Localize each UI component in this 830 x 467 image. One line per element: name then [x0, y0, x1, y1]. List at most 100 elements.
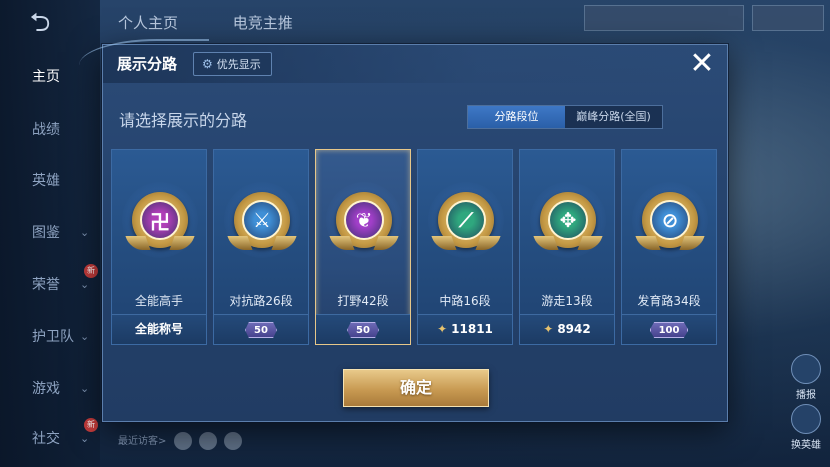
- sidebar-item[interactable]: 图鉴 ⌄: [0, 218, 100, 248]
- sidebar-item[interactable]: 荣誉 ⌄ 新: [0, 264, 100, 300]
- peak-score-value: 8942: [557, 322, 591, 336]
- lane-card[interactable]: 卍全能高手 全能称号: [111, 149, 207, 345]
- emblem-core: ⟋: [446, 200, 486, 240]
- farm-lane-icon: ⊘: [635, 192, 705, 250]
- chevron-down-icon: ⌄: [80, 226, 90, 239]
- close-icon[interactable]: ✕: [685, 47, 719, 81]
- emblem-glyph: ⊘: [661, 208, 679, 232]
- emblem-wing: [271, 236, 297, 250]
- sidebar-item[interactable]: 战绩: [0, 115, 100, 145]
- top-right-dropdown[interactable]: [752, 5, 824, 31]
- chevron-down-icon: ⌄: [80, 382, 90, 395]
- new-badge: 新: [84, 418, 98, 432]
- avatar[interactable]: [223, 432, 242, 450]
- emblem-wing: [679, 236, 705, 250]
- lane-card-footer: 50: [316, 314, 410, 344]
- sidebar-item[interactable]: 游戏 ⌄: [0, 374, 100, 404]
- top-tabs: 个人主页 电竞主推: [118, 12, 343, 33]
- lane-mode-toggle: 分路段位 巅峰分路(全国): [467, 105, 663, 129]
- sidebar-item-label: 战绩: [32, 122, 60, 138]
- rank-star-badge: 100: [649, 322, 689, 338]
- sidebar-item-label: 荣誉: [32, 277, 60, 293]
- broadcast-icon: [791, 354, 821, 384]
- sidebar-item[interactable]: 英雄: [0, 166, 100, 196]
- lane-card-footer: ✦ 11811: [418, 314, 512, 344]
- change-hero-label: 换英雄: [791, 440, 821, 451]
- broadcast-button[interactable]: 播报: [784, 354, 828, 401]
- sidebar-item[interactable]: 社交 ⌄ 新: [0, 418, 100, 454]
- recent-visitors[interactable]: 最近访客>: [118, 432, 242, 450]
- emblem-wing: [329, 236, 355, 250]
- lane-card-footer: ✦ 8942: [520, 314, 614, 344]
- lane-card-list: 卍全能高手 全能称号 ⚔ 对抗路26段 50 ❦ 打野42段 50 ⟋ 中路16段 ✦ 11811 ✥ 游…: [111, 149, 719, 345]
- emblem-wing: [169, 236, 195, 250]
- lane-card-label: 发育路34段: [637, 294, 701, 308]
- emblem-wing: [635, 236, 661, 250]
- lane-card-label: 打野42段: [337, 294, 389, 308]
- jungle-icon: ❦: [329, 192, 399, 250]
- tab-personal-home[interactable]: 个人主页: [118, 14, 178, 32]
- modal-title: 展示分路: [117, 55, 178, 73]
- sidebar-item[interactable]: 护卫队 ⌄: [0, 322, 100, 352]
- clash-lane-icon: ⚔: [227, 192, 297, 250]
- broadcast-label: 播报: [796, 390, 816, 401]
- emblem-wing: [577, 236, 603, 250]
- lane-card-label: 对抗路26段: [229, 294, 293, 308]
- avatar[interactable]: [173, 432, 192, 450]
- avatar[interactable]: [198, 432, 217, 450]
- lane-card-footer: 100: [622, 314, 716, 344]
- lane-card-footer: 50: [214, 314, 308, 344]
- allround-icon: 卍: [125, 192, 195, 250]
- lane-card-footer: 全能称号: [112, 314, 206, 344]
- top-right-panel[interactable]: [584, 5, 744, 31]
- peak-score-icon: ✦: [437, 322, 448, 336]
- rank-star-badge: 50: [347, 322, 379, 338]
- lane-card-label: 全能高手: [134, 294, 183, 308]
- recent-visitors-label: 最近访客>: [118, 436, 167, 447]
- peak-score-icon: ✦: [543, 322, 554, 336]
- emblem-glyph: ❦: [355, 208, 373, 232]
- sidebar-item-label: 游戏: [32, 381, 60, 397]
- emblem-wing: [227, 236, 253, 250]
- sidebar-item-label: 社交: [32, 431, 60, 447]
- emblem-glyph: ✥: [559, 208, 577, 232]
- lane-card-label: 游走13段: [541, 294, 593, 308]
- lane-card[interactable]: ⚔ 对抗路26段 50: [213, 149, 309, 345]
- sidebar-item-label: 图鉴: [32, 225, 60, 241]
- priority-label: 优先显示: [216, 58, 261, 71]
- emblem-core: ✥: [548, 200, 588, 240]
- rank-star-badge: 50: [245, 322, 277, 338]
- lane-card-label: 中路16段: [439, 294, 491, 308]
- chevron-down-icon: ⌄: [80, 330, 90, 343]
- emblem-wing: [475, 236, 501, 250]
- lane-display-modal: 展示分路 ⚙ 优先显示 ✕ 请选择展示的分路 分路段位 巅峰分路(全国) 卍全能高…: [79, 39, 728, 422]
- instruction-text: 请选择展示的分路: [119, 111, 248, 130]
- lane-card[interactable]: ❦ 打野42段 50: [315, 149, 411, 345]
- peak-score-value: 11811: [451, 322, 493, 336]
- emblem-core: ⊘: [650, 200, 690, 240]
- mid-lane-icon: ⟋: [431, 192, 501, 250]
- gear-icon: ⚙: [202, 57, 213, 71]
- emblem-wing: [373, 236, 399, 250]
- emblem-glyph: ⚔: [253, 208, 271, 232]
- title-text: 全能称号: [134, 322, 183, 336]
- emblem-glyph: 卍: [150, 209, 170, 234]
- sidebar-item-label: 主页: [32, 69, 60, 85]
- emblem-glyph: ⟋: [459, 208, 473, 232]
- lane-card[interactable]: ⟋ 中路16段 ✦ 11811: [417, 149, 513, 345]
- back-arrow-icon[interactable]: ⮌: [20, 10, 60, 36]
- sidebar-item-label: 英雄: [32, 173, 60, 189]
- emblem-core: 卍: [140, 200, 180, 240]
- sidebar-item-label: 护卫队: [32, 329, 74, 345]
- lane-card[interactable]: ✥ 游走13段 ✦ 8942: [519, 149, 615, 345]
- tab-esports[interactable]: 电竞主推: [233, 14, 293, 32]
- hero-icon: [791, 404, 821, 434]
- lane-card[interactable]: ⊘ 发育路34段 100: [621, 149, 717, 345]
- change-hero-button[interactable]: 换英雄: [784, 404, 828, 451]
- confirm-button[interactable]: 确定: [343, 369, 489, 407]
- tab-peak-lane[interactable]: 巅峰分路(全国): [565, 106, 662, 128]
- emblem-wing: [533, 236, 559, 250]
- tab-lane-rank[interactable]: 分路段位: [468, 106, 565, 128]
- emblem-core: ❦: [344, 200, 384, 240]
- priority-display-button[interactable]: ⚙ 优先显示: [193, 52, 272, 76]
